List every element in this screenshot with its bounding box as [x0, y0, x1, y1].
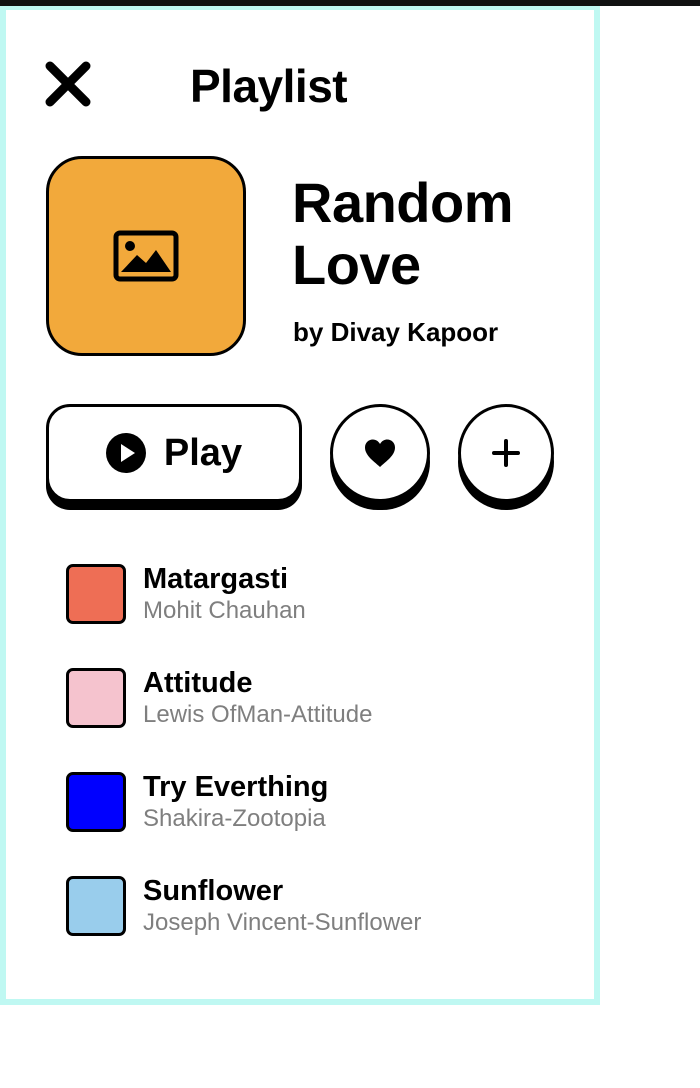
track-artwork [66, 564, 126, 624]
track-title: Attitude [143, 667, 253, 699]
track-title: Matargasti [143, 563, 289, 595]
track-item[interactable]: Attitude Lewis OfMan-Attitude [66, 664, 586, 768]
close-icon [45, 61, 91, 107]
play-button-face: Play [46, 404, 302, 502]
play-circle-icon [105, 433, 146, 473]
album-byline: by Divay Kapoor [293, 317, 499, 347]
track-artwork [66, 668, 126, 728]
album-cover [46, 156, 246, 356]
plus-icon [492, 439, 520, 467]
track-item[interactable]: Matargasti Mohit Chauhan [66, 560, 586, 664]
play-button-label: Play [163, 431, 243, 474]
add-button[interactable] [458, 404, 554, 512]
close-button[interactable] [44, 60, 92, 108]
track-artist: Mohit Chauhan [143, 597, 306, 624]
play-button[interactable]: Play [46, 404, 302, 512]
like-button-face [330, 404, 430, 502]
track-artwork [66, 772, 126, 832]
like-button[interactable] [330, 404, 430, 512]
track-list: Matargasti Mohit Chauhan Attitude Lewis … [66, 560, 586, 976]
track-artist: Joseph Vincent-Sunflower [143, 909, 422, 936]
track-item[interactable]: Try Everthing Shakira-Zootopia [66, 768, 586, 872]
heart-icon [365, 439, 395, 467]
track-item[interactable]: Sunflower Joseph Vincent-Sunflower [66, 872, 586, 976]
image-icon [113, 230, 179, 282]
track-title: Sunflower [143, 875, 284, 907]
add-button-face [458, 404, 554, 502]
track-artwork [66, 876, 126, 936]
track-artist: Lewis OfMan-Attitude [143, 701, 373, 728]
track-title: Try Everthing [143, 771, 329, 803]
album-title: Random Love [292, 171, 514, 296]
track-artist: Shakira-Zootopia [143, 805, 326, 832]
page-title: Playlist [190, 60, 348, 112]
